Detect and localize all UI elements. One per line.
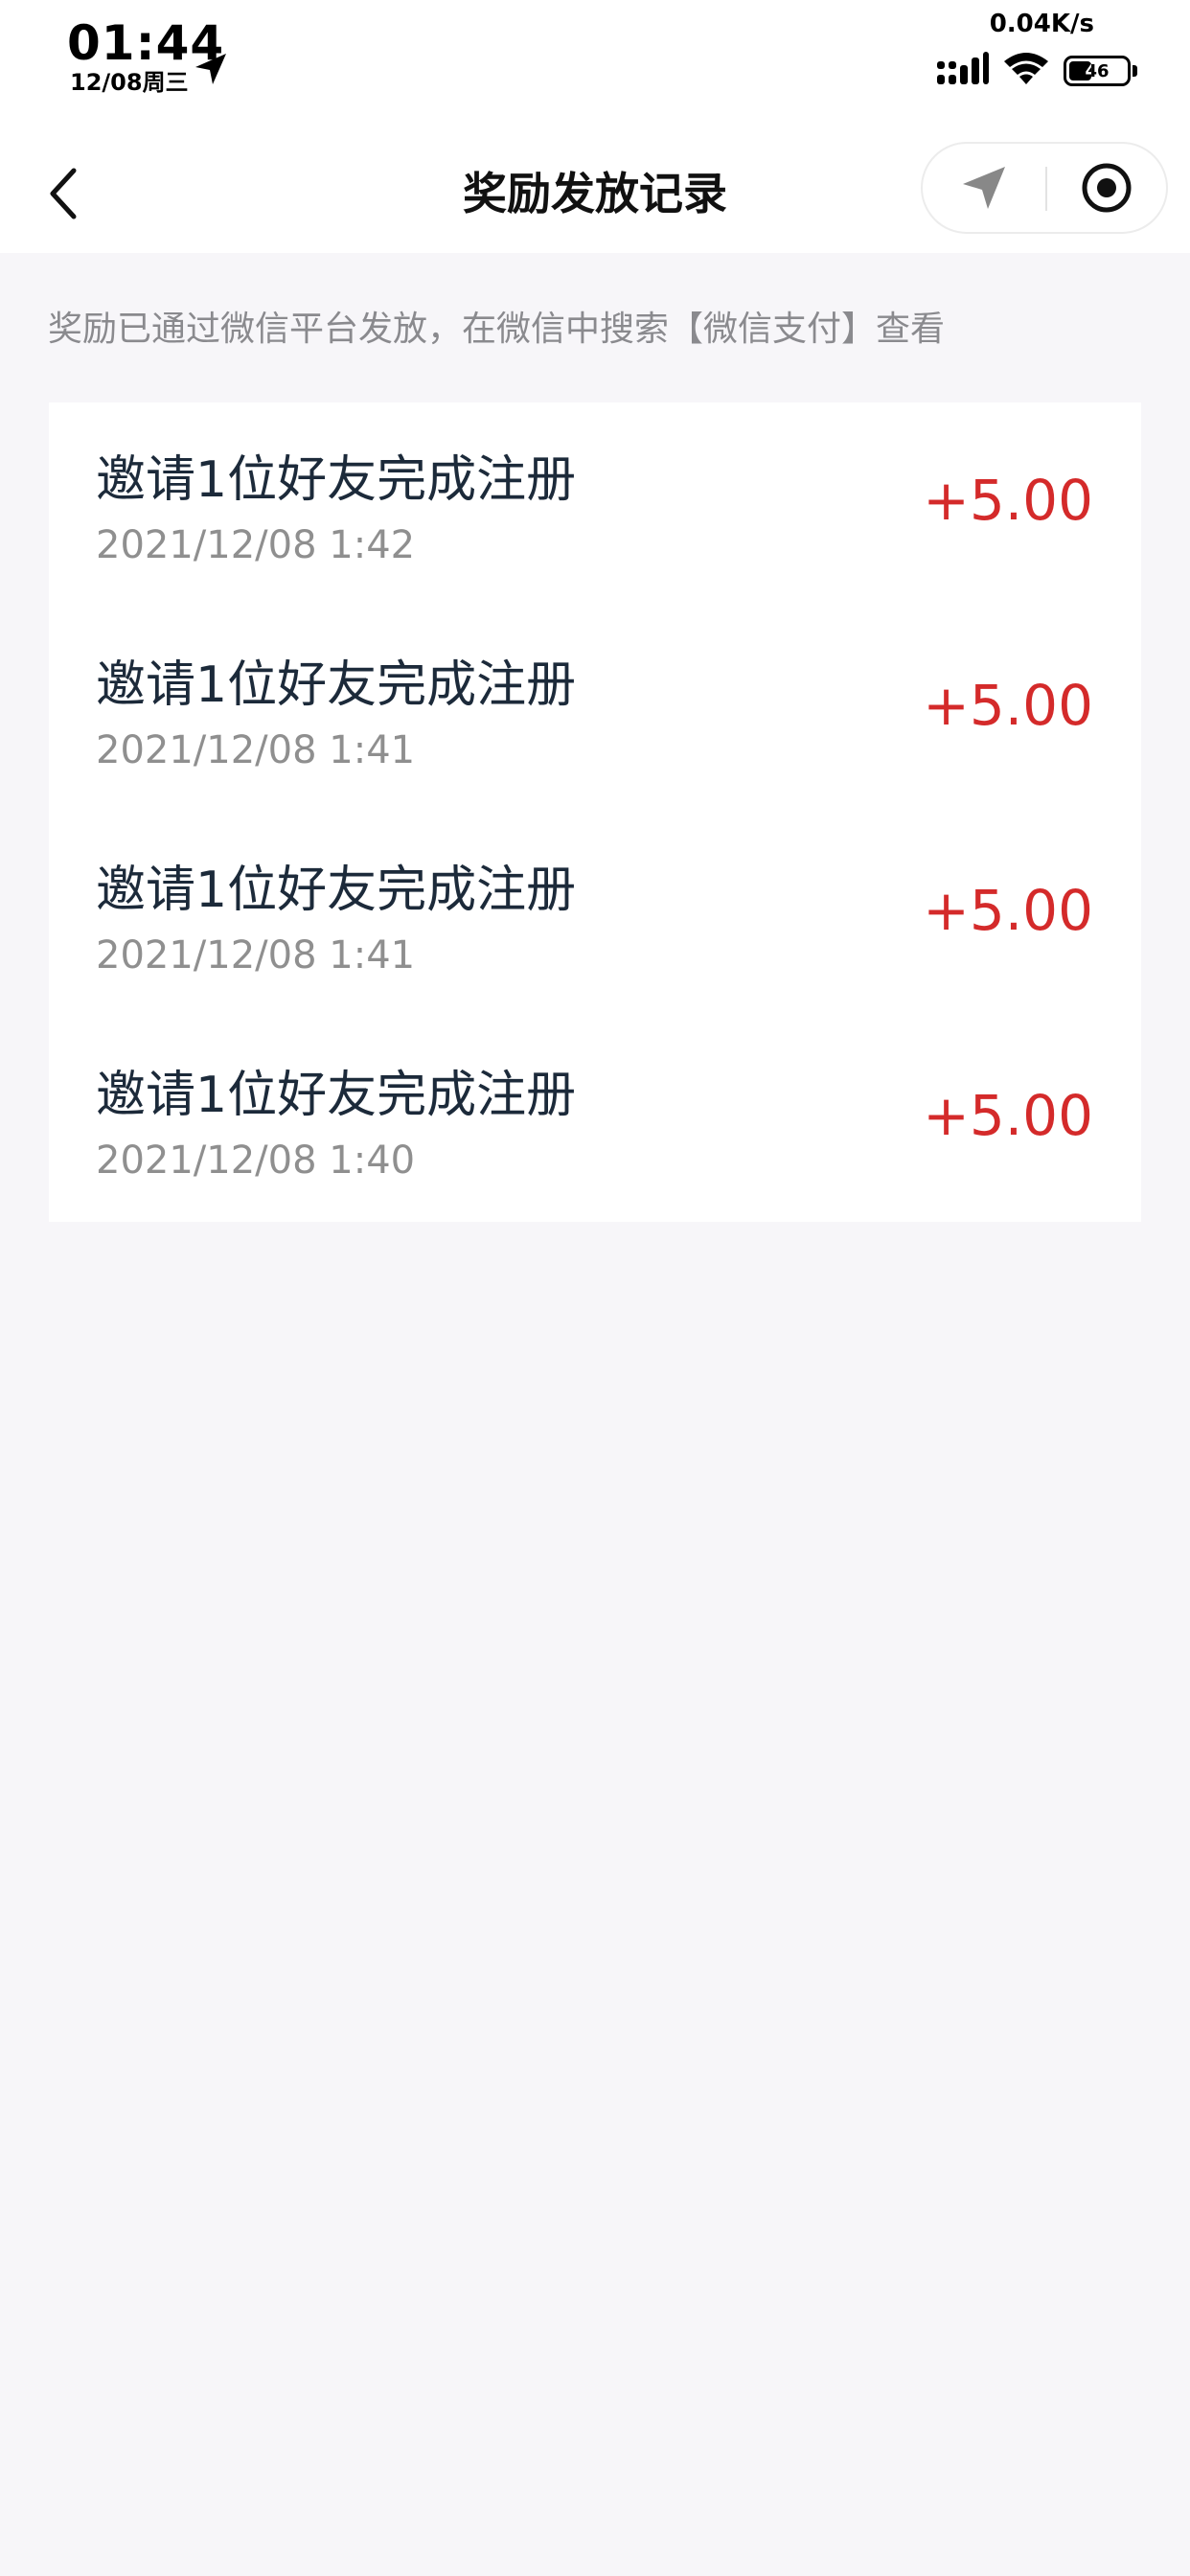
navigation-bar: 奖励发放记录 — [0, 134, 1190, 253]
location-arrow-icon — [195, 54, 226, 84]
share-button[interactable] — [923, 144, 1045, 232]
record-time: 2021/12/08 1:42 — [96, 523, 416, 567]
record-amount: +5.00 — [923, 878, 1093, 943]
record-time: 2021/12/08 1:41 — [96, 728, 416, 772]
record-amount: +5.00 — [923, 468, 1093, 533]
cellular-signal-icon — [937, 52, 989, 84]
record-row[interactable]: 邀请1位好友完成注册 2021/12/08 1:41 +5.00 — [49, 608, 1141, 813]
record-title: 邀请1位好友完成注册 — [96, 656, 577, 714]
notice-text: 奖励已通过微信平台发放，在微信中搜索【微信支付】查看 — [48, 310, 946, 349]
battery-icon: 46 — [1064, 56, 1131, 86]
network-speed: 0.04K/s — [989, 10, 1094, 38]
record-row[interactable]: 邀请1位好友完成注册 2021/12/08 1:42 +5.00 — [49, 402, 1141, 608]
record-title: 邀请1位好友完成注册 — [96, 862, 577, 919]
close-miniprogram-button[interactable] — [1047, 144, 1166, 232]
wifi-icon — [1004, 53, 1048, 84]
record-list: 邀请1位好友完成注册 2021/12/08 1:42 +5.00 邀请1位好友完… — [49, 402, 1141, 1222]
miniprogram-capsule — [921, 142, 1168, 234]
target-circle-icon — [1082, 163, 1132, 213]
record-time: 2021/12/08 1:41 — [96, 933, 416, 978]
record-time: 2021/12/08 1:40 — [96, 1138, 416, 1183]
send-arrow-icon — [963, 167, 1005, 209]
record-title: 邀请1位好友完成注册 — [96, 451, 577, 509]
record-amount: +5.00 — [923, 1083, 1093, 1148]
record-row[interactable]: 邀请1位好友完成注册 2021/12/08 1:41 +5.00 — [49, 813, 1141, 1018]
record-amount: +5.00 — [923, 673, 1093, 738]
status-bar: 01:44 12/08周三 0.04K/s 46 — [0, 0, 1190, 134]
record-title: 邀请1位好友完成注册 — [96, 1067, 577, 1124]
record-row[interactable]: 邀请1位好友完成注册 2021/12/08 1:40 +5.00 — [49, 1018, 1141, 1223]
status-date: 12/08周三 — [70, 69, 189, 96]
battery-level: 46 — [1085, 60, 1110, 81]
